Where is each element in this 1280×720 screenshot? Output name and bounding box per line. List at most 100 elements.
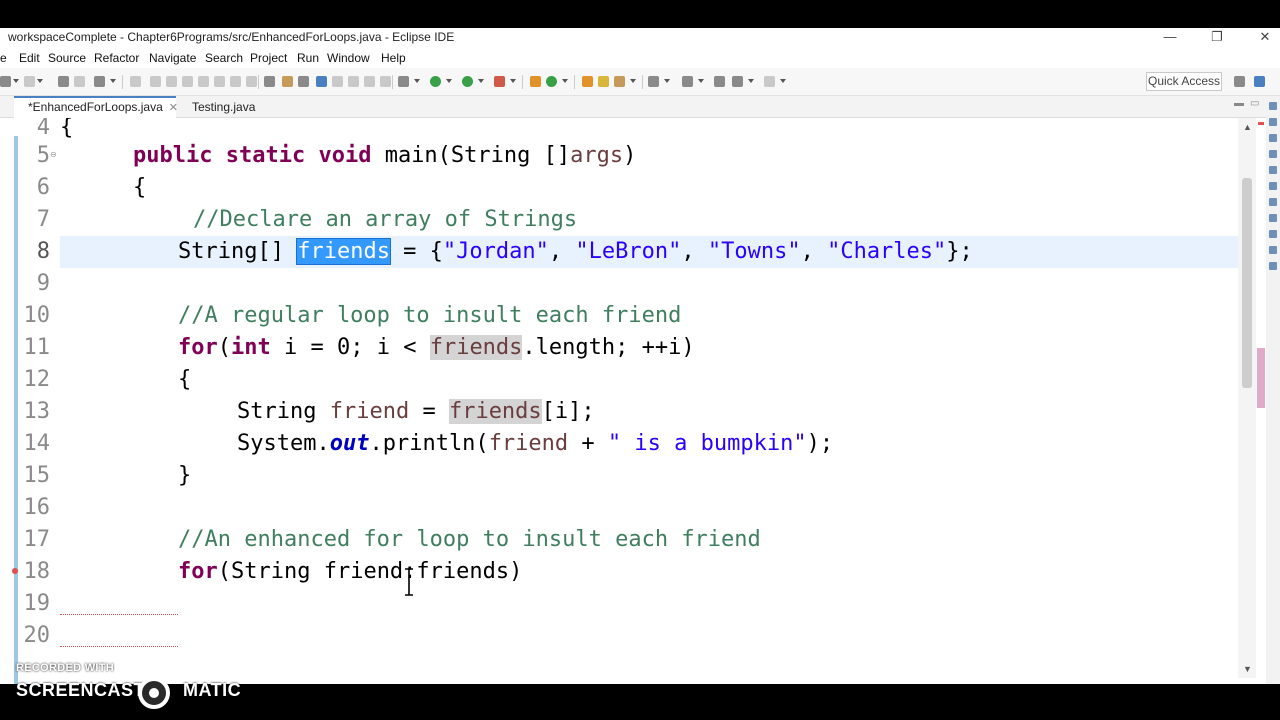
open-icon[interactable] xyxy=(24,76,35,87)
suspend-icon[interactable] xyxy=(166,76,177,87)
menu-window[interactable]: Window xyxy=(327,51,370,65)
minimize-icon[interactable]: — xyxy=(1155,28,1185,46)
string-literal: " is a bumpkin" xyxy=(607,431,807,456)
run-icon[interactable] xyxy=(430,76,441,87)
menu-refactor[interactable]: Refactor xyxy=(94,51,139,65)
disconnect-icon[interactable] xyxy=(198,76,209,87)
console-icon[interactable] xyxy=(1269,214,1277,222)
new-class-dropdown-icon[interactable] xyxy=(562,76,568,87)
outline-icon[interactable] xyxy=(1269,134,1277,142)
search-view-icon[interactable] xyxy=(1269,246,1277,254)
save-all-icon[interactable] xyxy=(74,76,85,87)
menu-search[interactable]: Search xyxy=(205,51,243,65)
prev-annotation-icon[interactable] xyxy=(682,76,693,87)
resume-icon[interactable] xyxy=(150,76,161,87)
fold-icon[interactable]: ⊖ xyxy=(50,150,57,159)
toggle-mark-icon[interactable] xyxy=(282,76,293,87)
menu-navigate[interactable]: Navigate xyxy=(149,51,196,65)
scroll-up-icon[interactable]: ▲ xyxy=(1243,122,1252,132)
next-annotation-dropdown-icon[interactable] xyxy=(664,76,670,87)
maximize-editor-icon[interactable]: ▭ xyxy=(1250,98,1259,109)
java-perspective-icon[interactable] xyxy=(1254,76,1265,87)
save-icon[interactable] xyxy=(58,76,69,87)
line-number: 13 xyxy=(23,399,51,424)
forward-dropdown-icon[interactable] xyxy=(780,76,786,87)
screencast-logo-icon xyxy=(138,677,170,709)
menu-edit[interactable]: Edit xyxy=(19,51,40,65)
step-return-icon[interactable] xyxy=(246,76,257,87)
back-icon[interactable] xyxy=(732,76,743,87)
search-icon[interactable] xyxy=(598,76,609,87)
step-into-icon[interactable] xyxy=(214,76,225,87)
menu-source[interactable]: Source xyxy=(48,51,86,65)
back-dropdown-icon[interactable] xyxy=(748,76,754,87)
debug-icon[interactable] xyxy=(398,76,409,87)
menu-project[interactable]: Project xyxy=(250,51,287,65)
open-task-icon[interactable] xyxy=(614,76,625,87)
step-over-icon[interactable] xyxy=(230,76,241,87)
prev-annotation-dropdown-icon[interactable] xyxy=(698,76,704,87)
terminate-icon[interactable] xyxy=(182,76,193,87)
menu-help[interactable]: Help xyxy=(381,51,406,65)
scrollbar-thumb[interactable] xyxy=(1242,178,1252,388)
code-line: 14 System.out.println(friend + " is a bu… xyxy=(0,428,1240,460)
progress-icon[interactable] xyxy=(1269,230,1277,238)
restore-view-icon[interactable] xyxy=(1269,102,1277,110)
new-icon[interactable] xyxy=(0,76,11,87)
new-dropdown-icon[interactable] xyxy=(13,76,19,87)
overview-position xyxy=(1257,348,1265,408)
close-tab-icon[interactable]: ✕ xyxy=(169,102,178,114)
external-tools-icon[interactable] xyxy=(494,76,505,87)
code-editor[interactable]: 4 { 5 ⊖ public static void main(String [… xyxy=(0,118,1270,684)
editor-tabs: *EnhancedForLoops.java ✕ Testing.java ▬ ▭ xyxy=(0,96,1280,118)
coverage-icon[interactable] xyxy=(462,76,473,87)
menu-run[interactable]: Run xyxy=(297,51,319,65)
comment: //Declare an array of Strings xyxy=(193,207,578,232)
external-tools-dropdown-icon[interactable] xyxy=(510,76,516,87)
package-explorer-icon[interactable] xyxy=(1269,118,1277,126)
toggle-breadcrumb-icon[interactable] xyxy=(348,76,359,87)
new-java-project-icon[interactable] xyxy=(530,76,541,87)
pin-editor-icon[interactable] xyxy=(380,76,391,87)
selected-text[interactable]: friends xyxy=(296,238,391,265)
open-console-icon[interactable] xyxy=(264,76,275,87)
search-dropdown-icon[interactable] xyxy=(630,76,636,87)
close-window-icon[interactable]: ✕ xyxy=(1250,28,1280,46)
history-icon[interactable] xyxy=(1269,262,1277,270)
overview-ruler[interactable] xyxy=(1256,118,1266,678)
tab-enhanced-for-loops[interactable]: *EnhancedForLoops.java ✕ xyxy=(14,96,178,118)
line-number: 16 xyxy=(23,495,51,520)
scroll-down-icon[interactable]: ▼ xyxy=(1243,664,1252,674)
coverage-dropdown-icon[interactable] xyxy=(478,76,484,87)
code-token: .length; ++i) xyxy=(522,335,695,360)
block-selection-icon[interactable] xyxy=(298,76,309,87)
error-overview-mark[interactable] xyxy=(1258,122,1264,125)
next-annotation-icon[interactable] xyxy=(648,76,659,87)
quick-access-input[interactable]: Quick Access xyxy=(1146,72,1222,91)
declaration-icon[interactable] xyxy=(1269,198,1277,206)
show-annotation-icon[interactable] xyxy=(364,76,375,87)
run-dropdown-icon[interactable] xyxy=(446,76,452,87)
problems-icon[interactable] xyxy=(1269,166,1277,174)
watermark-brand: SCREENCAST MATIC xyxy=(16,680,241,701)
open-perspective-icon[interactable] xyxy=(1234,76,1245,87)
global-icon[interactable] xyxy=(94,76,105,87)
static-field: out xyxy=(329,431,370,456)
tab-testing[interactable]: Testing.java xyxy=(178,96,268,118)
forward-icon[interactable] xyxy=(764,76,775,87)
global-dropdown-icon[interactable] xyxy=(110,76,116,87)
debug-dropdown-icon[interactable] xyxy=(414,76,420,87)
new-java-package-icon[interactable] xyxy=(546,76,557,87)
task-list-icon[interactable] xyxy=(1269,150,1277,158)
show-whitespace-icon[interactable] xyxy=(316,76,327,87)
last-edit-location-icon[interactable] xyxy=(714,76,725,87)
cut-icon[interactable] xyxy=(130,76,141,87)
word-wrap-icon[interactable] xyxy=(332,76,343,87)
minimize-editor-icon[interactable]: ▬ xyxy=(1234,98,1244,109)
vertical-scrollbar[interactable]: ▲ ▼ xyxy=(1238,118,1256,678)
menu-file-fragment[interactable]: e xyxy=(0,51,7,65)
open-dropdown-icon[interactable] xyxy=(37,76,43,87)
javadoc-icon[interactable] xyxy=(1269,182,1277,190)
open-type-icon[interactable] xyxy=(582,76,593,87)
restore-icon[interactable]: ❐ xyxy=(1202,28,1232,46)
